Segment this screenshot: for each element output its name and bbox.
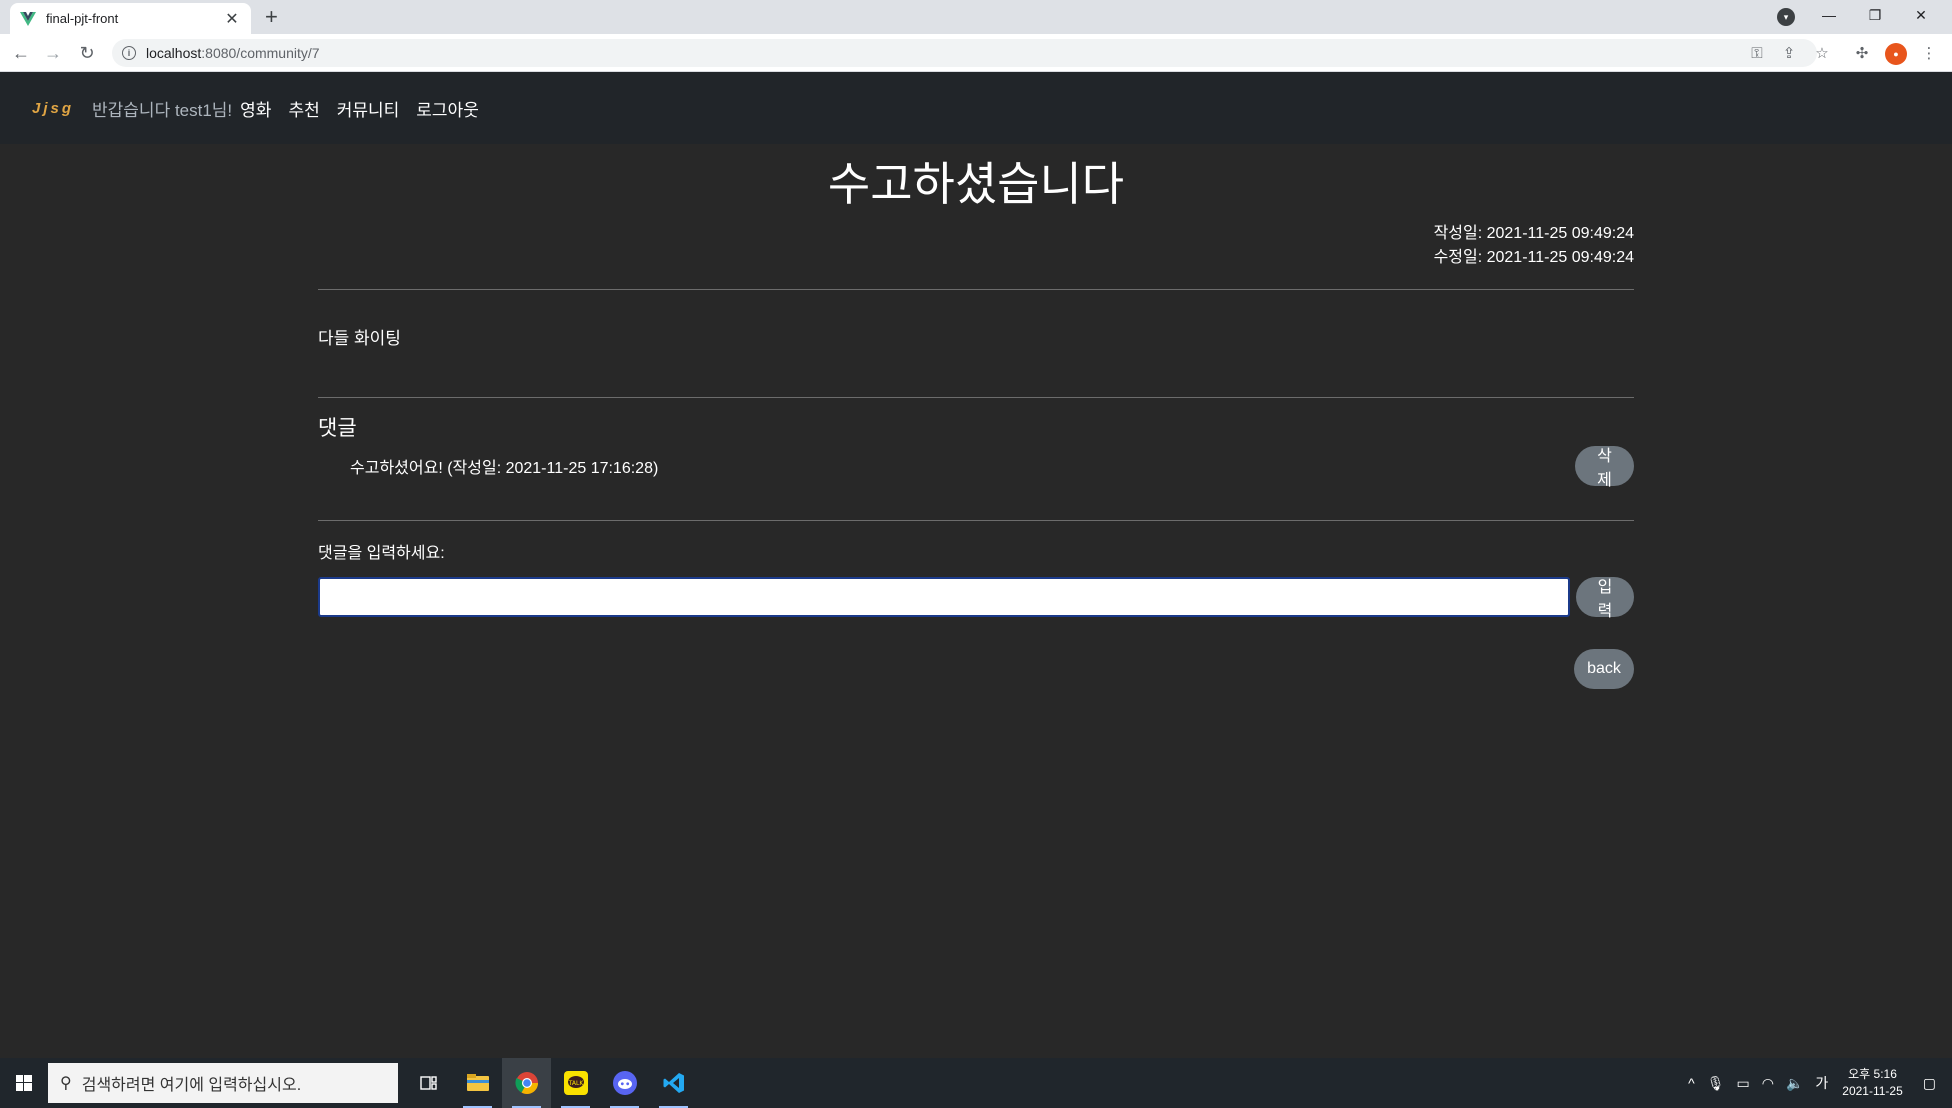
comment-input-label: 댓글을 입력하세요: bbox=[318, 545, 445, 562]
address-bar[interactable]: i localhost :8080/community/7 bbox=[112, 39, 1817, 67]
clock-time: 오후 5:16 bbox=[1848, 1067, 1897, 1081]
brand-logo[interactable]: Jjsg bbox=[32, 100, 74, 117]
tab-title: final-pjt-front bbox=[46, 11, 119, 26]
nav-link-recommend[interactable]: 추천 bbox=[288, 96, 319, 121]
file-explorer-icon[interactable] bbox=[453, 1058, 502, 1108]
delete-comment-button[interactable]: 삭제 bbox=[1575, 446, 1634, 489]
navbar: Jjsg 반갑습니다 test1님! 영화 추천 커뮤니티 로그아웃 bbox=[0, 72, 1952, 144]
reload-icon[interactable]: ↻ bbox=[76, 42, 98, 64]
nav-link-logout[interactable]: 로그아웃 bbox=[416, 96, 479, 121]
clock-date: 2021-11-25 bbox=[1842, 1084, 1903, 1098]
post-dates: 작성일: 2021-11-25 09:49:24 수정일: 2021-11-25… bbox=[318, 222, 1634, 270]
vue-logo-icon bbox=[20, 11, 36, 27]
greeting-text: 반갑습니다 test1님! bbox=[92, 100, 233, 120]
back-row: back bbox=[318, 649, 1634, 689]
nav-link-movies[interactable]: 영화 bbox=[240, 96, 271, 121]
wifi-icon[interactable]: ◠ bbox=[1762, 1075, 1774, 1092]
back-arrow-icon[interactable]: ← bbox=[10, 42, 32, 64]
windows-taskbar: ⚲ 검색하려면 여기에 입력하십시오. TALK ^ 🎙 ▭ ◠ 🔈 가 오후 … bbox=[0, 1058, 1952, 1108]
browser-tab-bar: final-pjt-front ✕ + ▾ — ❐ ✕ bbox=[0, 0, 1952, 34]
tab-close-icon[interactable]: ✕ bbox=[223, 9, 241, 29]
share-icon[interactable]: ⇪ bbox=[1780, 44, 1798, 62]
url-path: :8080/community/7 bbox=[201, 45, 320, 61]
submit-comment-button[interactable]: 입력 bbox=[1576, 577, 1634, 620]
notification-center-icon[interactable]: ▢ bbox=[1923, 1075, 1936, 1092]
profile-avatar[interactable]: ● bbox=[1885, 43, 1907, 65]
show-hidden-icons-icon[interactable]: ^ bbox=[1688, 1075, 1695, 1091]
comment-item: 수고하셨어요! (작성일: 2021-11-25 17:16:28) 삭제 bbox=[318, 446, 1634, 489]
comment-text: 수고하셨어요! (작성일: 2021-11-25 17:16:28) bbox=[350, 460, 659, 477]
kakaotalk-icon[interactable]: TALK bbox=[551, 1058, 600, 1108]
forward-arrow-icon[interactable]: → bbox=[42, 42, 64, 64]
page: Jjsg 반갑습니다 test1님! 영화 추천 커뮤니티 로그아웃 수고하셨습… bbox=[0, 72, 1952, 1058]
discord-icon[interactable] bbox=[600, 1058, 649, 1108]
url-host: localhost bbox=[146, 45, 202, 61]
chrome-icon[interactable] bbox=[502, 1058, 551, 1108]
browser-tab[interactable]: final-pjt-front ✕ bbox=[10, 3, 251, 34]
windows-start-icon[interactable] bbox=[0, 1058, 48, 1108]
tab-search-icon[interactable]: ▾ bbox=[1777, 8, 1795, 26]
comment-form: 입력 bbox=[318, 577, 1634, 620]
post-content: 다들 화이팅 bbox=[318, 329, 401, 348]
back-button[interactable]: back bbox=[1574, 649, 1634, 689]
taskbar-search-placeholder: 검색하려면 여기에 입력하십시오. bbox=[81, 1077, 302, 1094]
taskbar-search-box[interactable]: ⚲ 검색하려면 여기에 입력하십시오. bbox=[48, 1063, 398, 1103]
comments-heading: 댓글 bbox=[318, 417, 357, 440]
ime-indicator[interactable]: 가 bbox=[1815, 1073, 1828, 1093]
restore-icon[interactable]: ❐ bbox=[1852, 0, 1898, 30]
minimize-icon[interactable]: — bbox=[1806, 0, 1852, 30]
bookmark-star-icon[interactable]: ☆ bbox=[1813, 44, 1831, 62]
system-tray: ^ 🎙 ▭ ◠ 🔈 가 오후 5:16 2021-11-25 ▢ bbox=[1682, 1058, 1952, 1108]
nav-link-community[interactable]: 커뮤니티 bbox=[337, 96, 400, 121]
created-date: 작성일: 2021-11-25 09:49:24 bbox=[1433, 225, 1634, 242]
task-view-icon[interactable] bbox=[404, 1058, 453, 1108]
site-info-icon[interactable]: i bbox=[122, 46, 136, 60]
extensions-icon[interactable]: ✣ bbox=[1853, 44, 1871, 62]
divider bbox=[318, 397, 1634, 398]
divider bbox=[318, 520, 1634, 521]
volume-icon[interactable]: 🔈 bbox=[1786, 1075, 1803, 1092]
svg-text:TALK: TALK bbox=[567, 1080, 584, 1087]
new-tab-button[interactable]: + bbox=[265, 6, 278, 28]
vscode-icon[interactable] bbox=[649, 1058, 698, 1108]
post-container: 수고하셨습니다 작성일: 2021-11-25 09:49:24 수정일: 20… bbox=[318, 144, 1634, 689]
browser-toolbar: ← → ↻ i localhost :8080/community/7 ⚿ ⇪ … bbox=[0, 34, 1952, 72]
close-window-icon[interactable]: ✕ bbox=[1898, 0, 1944, 30]
menu-kebab-icon[interactable]: ⋮ bbox=[1920, 44, 1938, 62]
key-icon[interactable]: ⚿ bbox=[1748, 44, 1766, 62]
microphone-icon[interactable]: 🎙 bbox=[1707, 1075, 1725, 1092]
battery-icon[interactable]: ▭ bbox=[1736, 1075, 1749, 1092]
taskbar-clock[interactable]: 오후 5:16 2021-11-25 bbox=[1842, 1066, 1903, 1100]
comment-input[interactable] bbox=[318, 577, 1570, 617]
updated-date: 수정일: 2021-11-25 09:49:24 bbox=[1433, 249, 1634, 266]
search-icon: ⚲ bbox=[60, 1075, 72, 1092]
post-title: 수고하셨습니다 bbox=[827, 158, 1125, 210]
